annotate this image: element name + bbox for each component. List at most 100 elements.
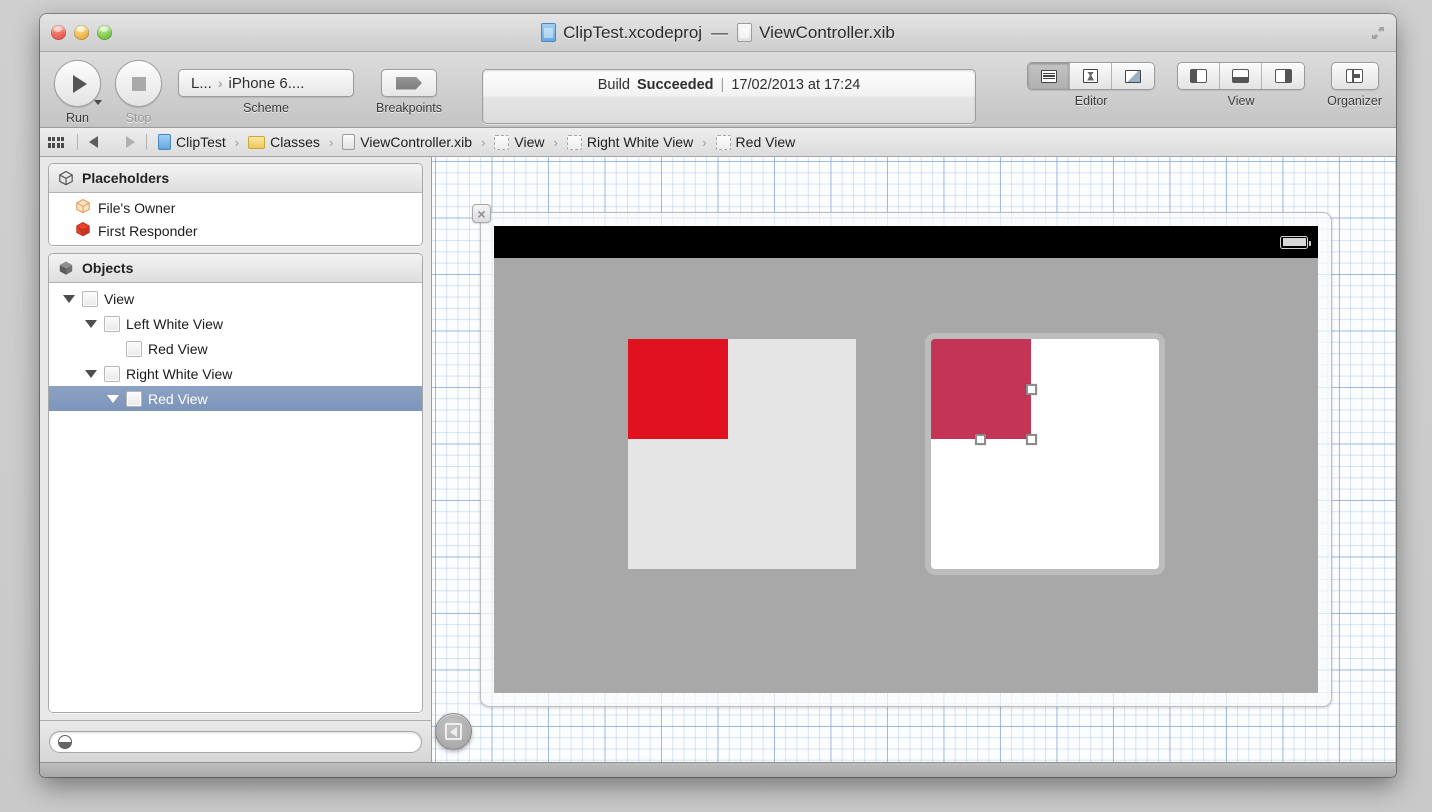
right-white-view[interactable]: [931, 339, 1159, 569]
stop-label: Stop: [126, 111, 152, 125]
breadcrumb-label: Red View: [736, 134, 796, 150]
simulated-screen: [494, 226, 1318, 693]
resize-handle-bottom[interactable]: [975, 434, 986, 445]
xib-icon: [737, 23, 752, 42]
placeholders-panel: Placeholders File's Owner: [48, 163, 423, 246]
version-editor-icon: [1125, 70, 1141, 83]
tree-row-left-white-view[interactable]: Left White View: [49, 311, 422, 336]
activity-view[interactable]: Build Succeeded | 17/02/2013 at 17:24: [482, 69, 976, 124]
tree-row-red-view-left[interactable]: Red View: [49, 336, 422, 361]
activity-status: Build Succeeded | 17/02/2013 at 17:24: [598, 77, 861, 93]
editor-segmented-control[interactable]: [1027, 62, 1155, 90]
disclosure-placeholder-icon: [107, 395, 119, 403]
tree-row-view[interactable]: View: [49, 286, 422, 311]
title-bar: ClipTest.xcodeproj — ViewController.xib: [40, 14, 1396, 52]
tree-row-red-view-right[interactable]: Red View: [49, 386, 422, 411]
placeholders-list: File's Owner First Responder: [49, 193, 422, 245]
list-item-first-responder[interactable]: First Responder: [49, 219, 422, 242]
organizer-icon: [1346, 69, 1363, 83]
version-editor-button[interactable]: [1112, 63, 1154, 89]
back-button[interactable]: [89, 136, 98, 148]
folder-icon: [248, 136, 265, 149]
toggle-navigator-button[interactable]: [1178, 63, 1220, 89]
scheme-selector[interactable]: L... › iPhone 6....: [178, 69, 354, 97]
view-icon: [716, 135, 731, 150]
organizer-label: Organizer: [1327, 94, 1382, 108]
view-icon: [82, 291, 98, 307]
breadcrumb-label: ClipTest: [176, 134, 226, 150]
list-item-label: First Responder: [98, 223, 198, 239]
project-icon: [541, 23, 556, 42]
breadcrumb-item-right-white-view[interactable]: Right White View: [567, 134, 693, 150]
dock-bottom-bar: [40, 720, 431, 762]
list-item-label: File's Owner: [98, 200, 175, 216]
object-tree: View Left White View Red View: [49, 283, 422, 712]
scheme-label: Scheme: [243, 101, 289, 115]
standard-editor-icon: [1041, 70, 1057, 83]
chevron-right-icon: ›: [218, 75, 223, 91]
organizer-group: Organizer: [1327, 62, 1382, 108]
breadcrumb-label: Classes: [270, 134, 320, 150]
activity-divider: |: [721, 77, 725, 93]
play-icon: [73, 75, 87, 93]
right-red-view[interactable]: [931, 339, 1031, 439]
breakpoints-button[interactable]: [381, 69, 437, 97]
disclosure-triangle-icon[interactable]: [85, 320, 97, 328]
left-red-view[interactable]: [628, 339, 728, 439]
toggle-debug-area-button[interactable]: [1220, 63, 1262, 89]
breadcrumb-item-viewcontroller-xib[interactable]: ViewController.xib: [342, 134, 472, 150]
left-white-view[interactable]: [628, 339, 856, 569]
zoom-window-button[interactable]: [97, 25, 112, 40]
scheme-project-value: L...: [191, 75, 212, 92]
assistant-editor-button[interactable]: [1070, 63, 1112, 89]
files-owner-icon: [75, 198, 91, 217]
view-icon: [567, 135, 582, 150]
resize-handle-bottom-right[interactable]: [1026, 434, 1037, 445]
toggle-dock-button[interactable]: [435, 713, 472, 750]
disclosure-triangle-icon[interactable]: [63, 295, 75, 303]
stop-group: Stop: [115, 60, 162, 125]
breadcrumb-item-red-view[interactable]: Red View: [716, 134, 796, 150]
title-separator: —: [711, 23, 728, 43]
minimize-window-button[interactable]: [74, 25, 89, 40]
chevron-right-icon: ›: [235, 135, 239, 150]
breadcrumb-item-view[interactable]: View: [494, 134, 544, 150]
project-icon: [158, 134, 171, 150]
stop-button[interactable]: [115, 60, 162, 107]
simulated-device-frame[interactable]: ×: [480, 212, 1332, 707]
close-window-button[interactable]: [51, 25, 66, 40]
chevron-right-icon: ›: [329, 135, 333, 150]
run-button[interactable]: [54, 60, 101, 107]
debug-panel-icon: [1232, 69, 1249, 83]
tree-row-label: Left White View: [126, 316, 223, 332]
view-segmented-control[interactable]: [1177, 62, 1305, 90]
assistant-editor-icon: [1083, 69, 1098, 83]
resize-handle-right[interactable]: [1026, 384, 1037, 395]
view-icon: [126, 391, 142, 407]
tree-row-label: Right White View: [126, 366, 232, 382]
related-items-icon[interactable]: [48, 137, 64, 148]
objects-header[interactable]: Objects: [49, 254, 422, 283]
disclosure-triangle-icon[interactable]: [85, 370, 97, 378]
breakpoint-icon: [396, 77, 422, 90]
fullscreen-icon[interactable]: [1369, 24, 1387, 42]
placeholders-header[interactable]: Placeholders: [49, 164, 422, 193]
first-responder-icon: [75, 221, 91, 240]
toggle-utilities-button[interactable]: [1262, 63, 1304, 89]
forward-button[interactable]: [126, 136, 135, 148]
filter-field[interactable]: [49, 731, 422, 753]
placeholders-title: Placeholders: [82, 170, 169, 186]
breadcrumb-item-classes[interactable]: Classes: [248, 134, 320, 150]
breadcrumb-item-cliptest[interactable]: ClipTest: [158, 134, 226, 150]
standard-editor-button[interactable]: [1028, 63, 1070, 89]
battery-icon: [1280, 236, 1308, 249]
breakpoints-label: Breakpoints: [376, 101, 442, 115]
interface-builder-canvas[interactable]: ×: [432, 157, 1396, 762]
organizer-button[interactable]: [1331, 62, 1379, 90]
list-item-files-owner[interactable]: File's Owner: [49, 196, 422, 219]
filter-input[interactable]: [78, 734, 413, 749]
view-icon: [494, 135, 509, 150]
tree-row-right-white-view[interactable]: Right White View: [49, 361, 422, 386]
cube-outline-icon: [58, 170, 74, 186]
close-icon[interactable]: ×: [472, 204, 491, 223]
